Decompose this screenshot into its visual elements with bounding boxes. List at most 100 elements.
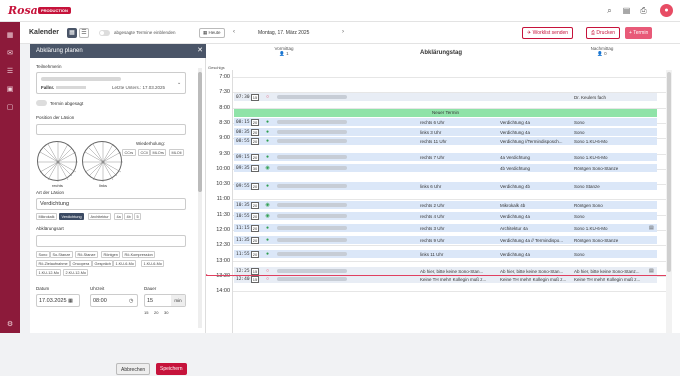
print-icon[interactable]: ⎙ (639, 6, 648, 15)
appointment-row[interactable]: 08:55 20 ● rechts 11 Uhr Verdichtung //Termi… (234, 137, 657, 146)
patient-name-redacted (277, 252, 347, 256)
done-status-icon: ● (265, 183, 270, 189)
appointment-row[interactable]: 09:55 20 ● links 6 Uhr Verdichtung 4b Sono St… (234, 182, 657, 191)
clock-grid-right (38, 142, 78, 182)
clock-icon[interactable]: ◷ (129, 298, 133, 304)
lesion-chip[interactable]: 5 (134, 213, 142, 220)
lesion-chip[interactable]: 4b (124, 213, 134, 220)
lesion-type-input[interactable]: Verdichtung (36, 198, 186, 210)
prev-day-button[interactable]: ‹ (233, 29, 235, 35)
clipboard-icon[interactable]: ▤ (622, 6, 631, 15)
appointment-location: rechts 4 Uhr (420, 214, 445, 219)
avatar[interactable]: ● (660, 4, 673, 17)
repeat-option[interactable]: CCrs (122, 149, 136, 156)
procedure-chip[interactable]: Gespräch (92, 260, 114, 267)
wallet-icon[interactable]: ▣ (5, 85, 15, 94)
column-afternoon: Nachmittag 👤 0 (582, 46, 622, 64)
search-icon[interactable]: ⌕ (605, 6, 614, 15)
document-icon[interactable]: ▢ (5, 103, 15, 112)
repeat-label: Wiederholung: (136, 141, 166, 146)
procedure-chip[interactable]: Oncopera (70, 260, 92, 267)
procedure-chip[interactable]: So-Stanze (50, 251, 73, 258)
app-logo[interactable]: Rosa (8, 4, 38, 17)
appointment-row[interactable]: 11:15 20 ● rechts 3 Uhr Architektur 4a Sono 1… (234, 224, 657, 233)
new-appointment-slot[interactable]: Neuer Termin (234, 109, 657, 117)
appointment-finding: Verdichtung 4b (500, 184, 531, 189)
mail-icon[interactable]: ✉ (5, 49, 15, 58)
next-day-button[interactable]: › (342, 29, 344, 35)
breast-diagram-left[interactable] (82, 141, 123, 182)
participant-select[interactable]: Fallnr. Letzte Unters.: 17.03.2025 ⌄ (36, 72, 186, 94)
procedure-chip[interactable]: 2.KU-12-Mo (63, 269, 89, 276)
calendar-scroll-thumb[interactable] (667, 72, 671, 272)
person-icon: 👤 (279, 51, 285, 56)
cancel-button[interactable]: Abbrechen (116, 363, 151, 375)
appointment-duration: 20 (251, 237, 259, 244)
appointment-row[interactable]: 09:35 30 ◉ 4b Verdichtung Röntgen Sono-Stanz… (234, 164, 657, 173)
procedure-chip[interactable]: Rö-Stanze (75, 251, 98, 258)
procedure-chip[interactable]: 1.KU-6-Mo (141, 260, 165, 267)
procedure-chip[interactable]: Rö-Kompression (122, 251, 156, 258)
close-icon[interactable]: ✕ (194, 44, 206, 58)
appointment-time: 08:35 (236, 130, 250, 135)
calendar-view-button[interactable]: ▦ (67, 28, 77, 38)
tasks-icon[interactable]: ☰ (5, 67, 15, 76)
chevron-down-icon[interactable]: ⌄ (177, 80, 181, 86)
appointment-duration: 20 (251, 129, 259, 136)
save-button[interactable]: Speichern (156, 363, 187, 375)
procedure-chip[interactable]: 1.KU-12-Mo (36, 269, 62, 276)
document-icon[interactable]: ▤ (649, 268, 654, 274)
print-button[interactable]: ⎙ Drucken (586, 27, 621, 39)
duration-option[interactable]: 30 (164, 310, 168, 315)
repeat-option[interactable]: MLOrs (150, 149, 167, 156)
appointment-location: rechts 6 Uhr (420, 120, 445, 125)
appointment-row[interactable]: 08:35 20 ● links 3 Uhr Verdichtung 4a Sono (234, 128, 657, 137)
new-appointment-button[interactable]: + Termin (625, 27, 653, 39)
procedure-chip[interactable]: 1.KU-6-Mo (113, 260, 137, 267)
today-button[interactable]: ▦ Heute (199, 28, 225, 38)
procedure-chip[interactable]: Sono (36, 251, 50, 258)
panel-scroll-thumb[interactable] (198, 72, 202, 192)
duration-option[interactable]: 20 (154, 310, 158, 315)
appointment-procedure: Sono 1.KU-6-Mo (574, 155, 608, 160)
check-status-icon: ◉ (265, 165, 270, 171)
patient-name-redacted (277, 203, 347, 207)
appointment-row[interactable]: 10:55 20 ◉ rechts 4 Uhr Verdichtung 4a Sono (234, 212, 657, 221)
appointment-row[interactable]: 09:15 20 ● rechts 7 Uhr 4a Verdichtung Sono 1… (234, 153, 657, 162)
appointment-finding: Verdichtung 4a (500, 130, 531, 135)
appointment-row[interactable]: 07:30 15 ○ Dr. Keulers fach (234, 93, 657, 102)
procedure-chip[interactable]: Röntgen (101, 251, 121, 258)
procedure-input[interactable] (36, 235, 186, 247)
duration-option[interactable]: 15 (144, 310, 148, 315)
time-input[interactable]: 08:00 ◷ (90, 294, 138, 307)
settings-icon[interactable]: ⚙ (5, 320, 15, 329)
repeat-option[interactable]: CCli (138, 149, 151, 156)
procedure-chip[interactable]: Rö-Zielaufnahme (36, 260, 71, 267)
lesion-position-input[interactable] (36, 124, 186, 135)
calendar-icon[interactable]: ▦ (5, 31, 15, 40)
show-cancelled-toggle[interactable] (99, 30, 110, 36)
repeat-option[interactable]: MLOli (169, 149, 184, 156)
appointment-duration: 20 (251, 202, 259, 209)
appointment-row[interactable]: 11:55 20 ● links 11 Uhr Verdichtung 4a Sono (234, 250, 657, 259)
duration-input[interactable]: 15 min (144, 294, 186, 307)
appointment-row[interactable]: 12:40 15 ○ Keine TH mehr! Kollegin muß z...… (234, 275, 657, 284)
patient-name-redacted (277, 214, 347, 218)
cancelled-toggle[interactable] (36, 100, 47, 106)
lesion-chip[interactable]: 4a (114, 213, 124, 220)
hour-label: 8:30 (219, 119, 230, 126)
appointment-row[interactable]: 11:35 20 ● rechts 9 Uhr Verdichtung 4a // Te… (234, 236, 657, 245)
document-icon[interactable]: ▤ (649, 225, 654, 231)
lesion-chip-selected[interactable]: Verdichtung (59, 213, 85, 220)
appointment-row[interactable]: 10:35 20 ◉ rechts 2 Uhr Mikrokalk 4b Röntgen … (234, 201, 657, 210)
list-view-button[interactable]: ☰ (79, 28, 89, 38)
date-input[interactable]: 17.03.2025 ▦ (36, 294, 80, 307)
appointment-duration: 20 (251, 119, 259, 126)
worklist-button[interactable]: ✈ Worklist senden (522, 27, 574, 39)
appointment-row[interactable]: 08:15 20 ● rechts 6 Uhr Verdichtung 4a Sono (234, 118, 657, 127)
lesion-chip[interactable]: Architektur (88, 213, 112, 220)
patient-name-redacted (277, 95, 347, 99)
breast-diagram-right[interactable] (37, 141, 78, 182)
calendar-icon[interactable]: ▦ (68, 298, 73, 304)
lesion-chip[interactable]: Mikrokalk (36, 213, 58, 220)
